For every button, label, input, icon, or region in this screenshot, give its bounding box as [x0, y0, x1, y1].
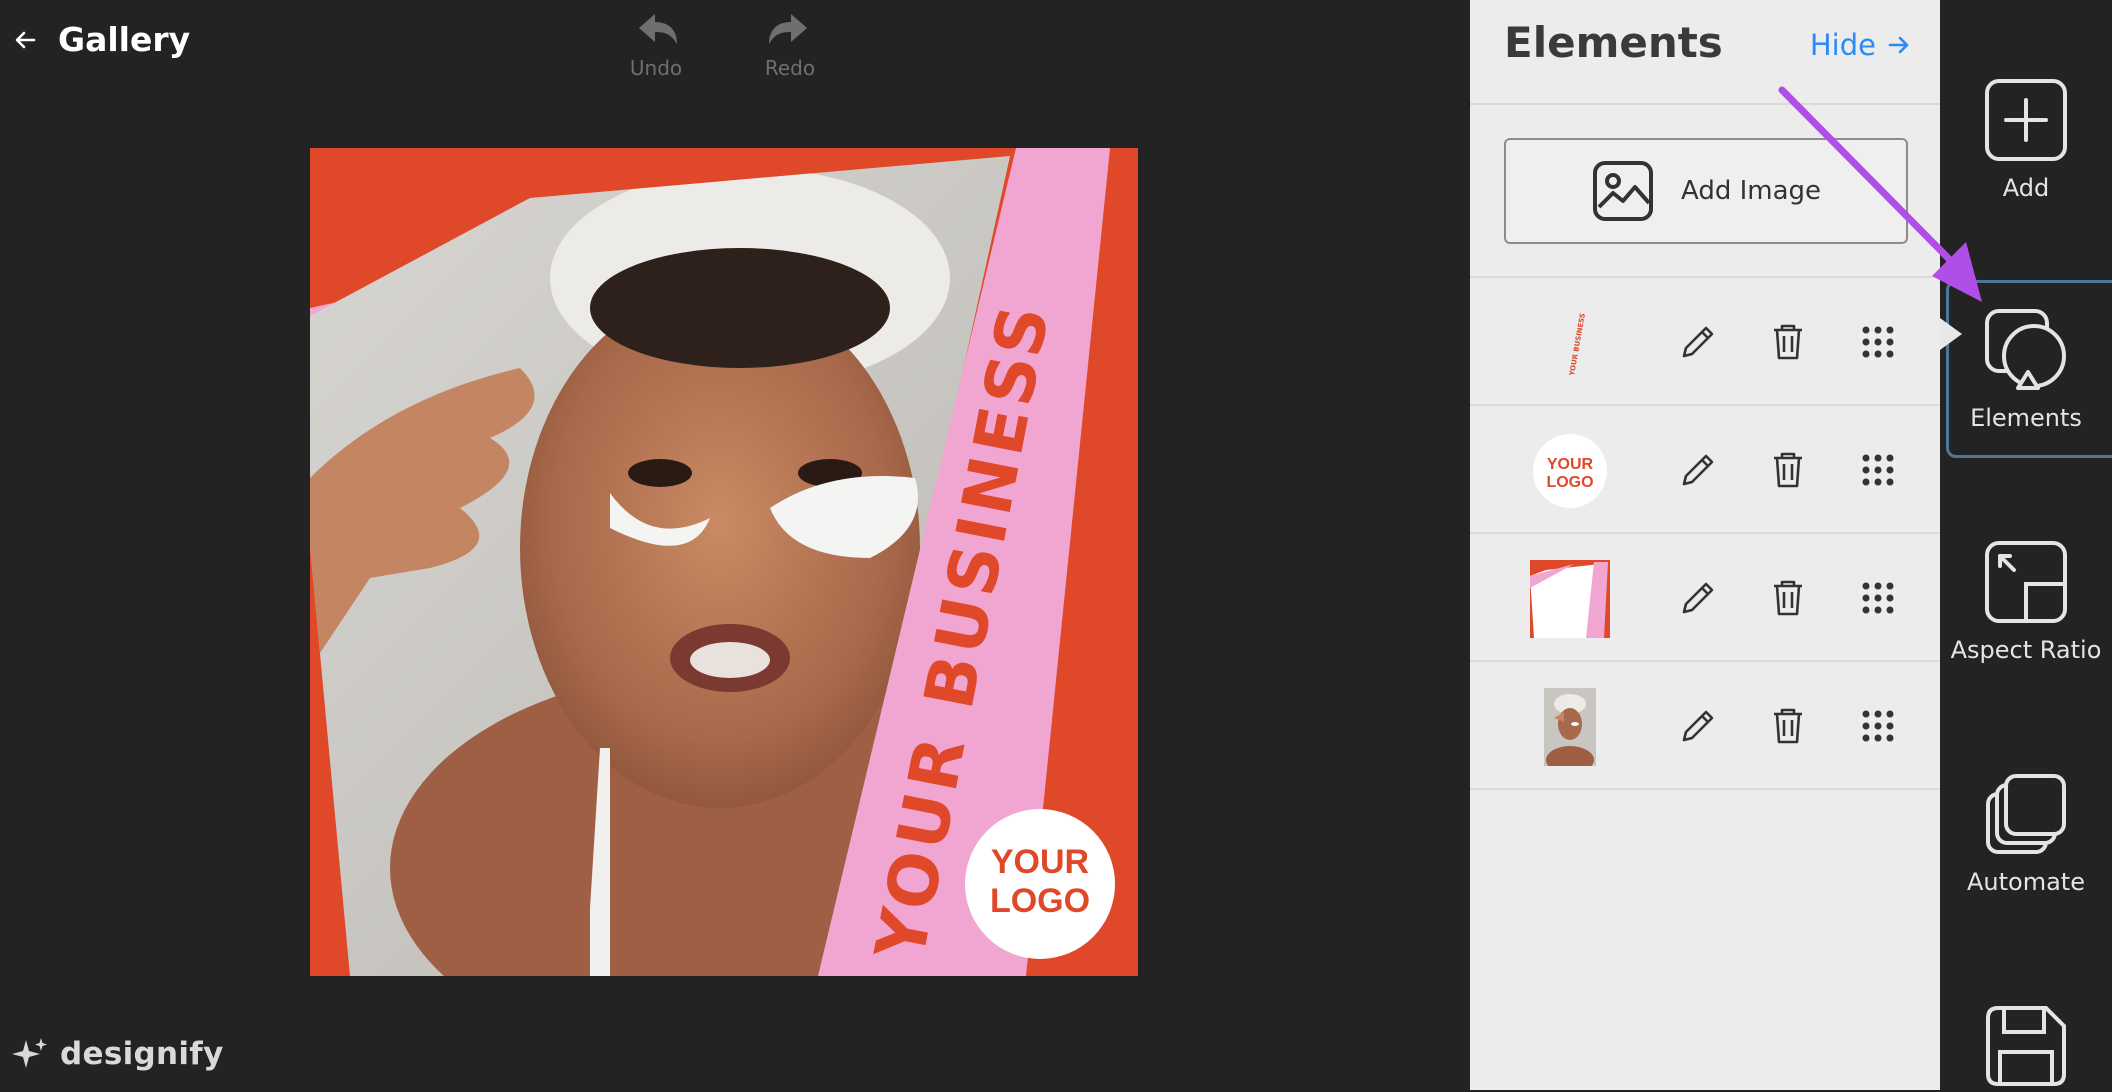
edit-pencil-icon[interactable] — [1676, 576, 1720, 620]
brand: designify — [10, 1036, 224, 1072]
aspect-ratio-icon — [1985, 541, 2067, 623]
arrow-right-icon — [1888, 36, 1909, 54]
layers-icon — [1986, 774, 2066, 854]
canvas-logo-line1: YOUR — [991, 843, 1089, 881]
drag-handle-icon[interactable] — [1856, 320, 1900, 364]
rail-automate-button[interactable]: Automate — [1940, 772, 2112, 896]
rail-save-button[interactable] — [1940, 1004, 2112, 1092]
logo-element-thumbnail: YOUR LOGO — [1533, 434, 1607, 508]
thumb-logo-line1: YOUR — [1547, 456, 1594, 473]
annotation-arrow — [1778, 86, 1982, 302]
rail-aspect-ratio-button[interactable]: Aspect Ratio — [1940, 540, 2112, 664]
drag-handle-icon[interactable] — [1856, 576, 1900, 620]
delete-trash-icon[interactable] — [1766, 704, 1810, 748]
element-row-logo[interactable]: YOUR LOGO — [1470, 406, 1940, 533]
photo-element-thumbnail — [1544, 688, 1596, 766]
back-arrow-icon[interactable] — [12, 26, 40, 54]
edit-pencil-icon[interactable] — [1676, 320, 1720, 364]
hide-label: Hide — [1809, 28, 1876, 62]
undo-icon — [639, 14, 677, 44]
canvas-logo-line2: LOGO — [990, 882, 1090, 920]
divider — [1470, 788, 1940, 790]
text-element-thumbnail: YOUR BUSINESS — [1568, 313, 1587, 378]
brand-name: designify — [60, 1036, 224, 1072]
edit-pencil-icon[interactable] — [1676, 448, 1720, 492]
design-canvas[interactable]: YOUR BUSINESS YOUR LOGO — [310, 148, 1138, 976]
delete-trash-icon[interactable] — [1766, 320, 1810, 364]
shape-element-thumbnail — [1530, 560, 1610, 638]
rail-aspect-ratio-label: Aspect Ratio — [1950, 636, 2102, 664]
image-icon — [1592, 161, 1653, 221]
thumb-logo-line2: LOGO — [1546, 474, 1593, 491]
rail-automate-label: Automate — [1967, 868, 2085, 896]
undo-button[interactable]: Undo — [601, 8, 711, 88]
redo-icon — [769, 14, 807, 44]
undo-label: Undo — [629, 56, 683, 80]
redo-label: Redo — [764, 56, 816, 80]
gallery-title[interactable]: Gallery — [58, 20, 190, 59]
drag-handle-icon[interactable] — [1856, 448, 1900, 492]
thumb-text: YOUR BUSINESS — [1568, 313, 1587, 378]
panel-title: Elements — [1504, 18, 1723, 67]
drag-handle-icon[interactable] — [1856, 704, 1900, 748]
design-artwork: YOUR BUSINESS YOUR LOGO — [310, 148, 1138, 976]
save-icon — [1986, 1006, 2066, 1086]
element-row-photo[interactable] — [1470, 662, 1940, 789]
element-row-shape[interactable] — [1470, 534, 1940, 661]
panel-pointer — [1940, 318, 1962, 350]
delete-trash-icon[interactable] — [1766, 576, 1810, 620]
hide-panel-button[interactable]: Hide — [1810, 28, 1912, 62]
edit-pencil-icon[interactable] — [1676, 704, 1720, 748]
sparkle-icon — [12, 1038, 47, 1068]
delete-trash-icon[interactable] — [1766, 448, 1810, 492]
redo-button[interactable]: Redo — [735, 8, 845, 88]
